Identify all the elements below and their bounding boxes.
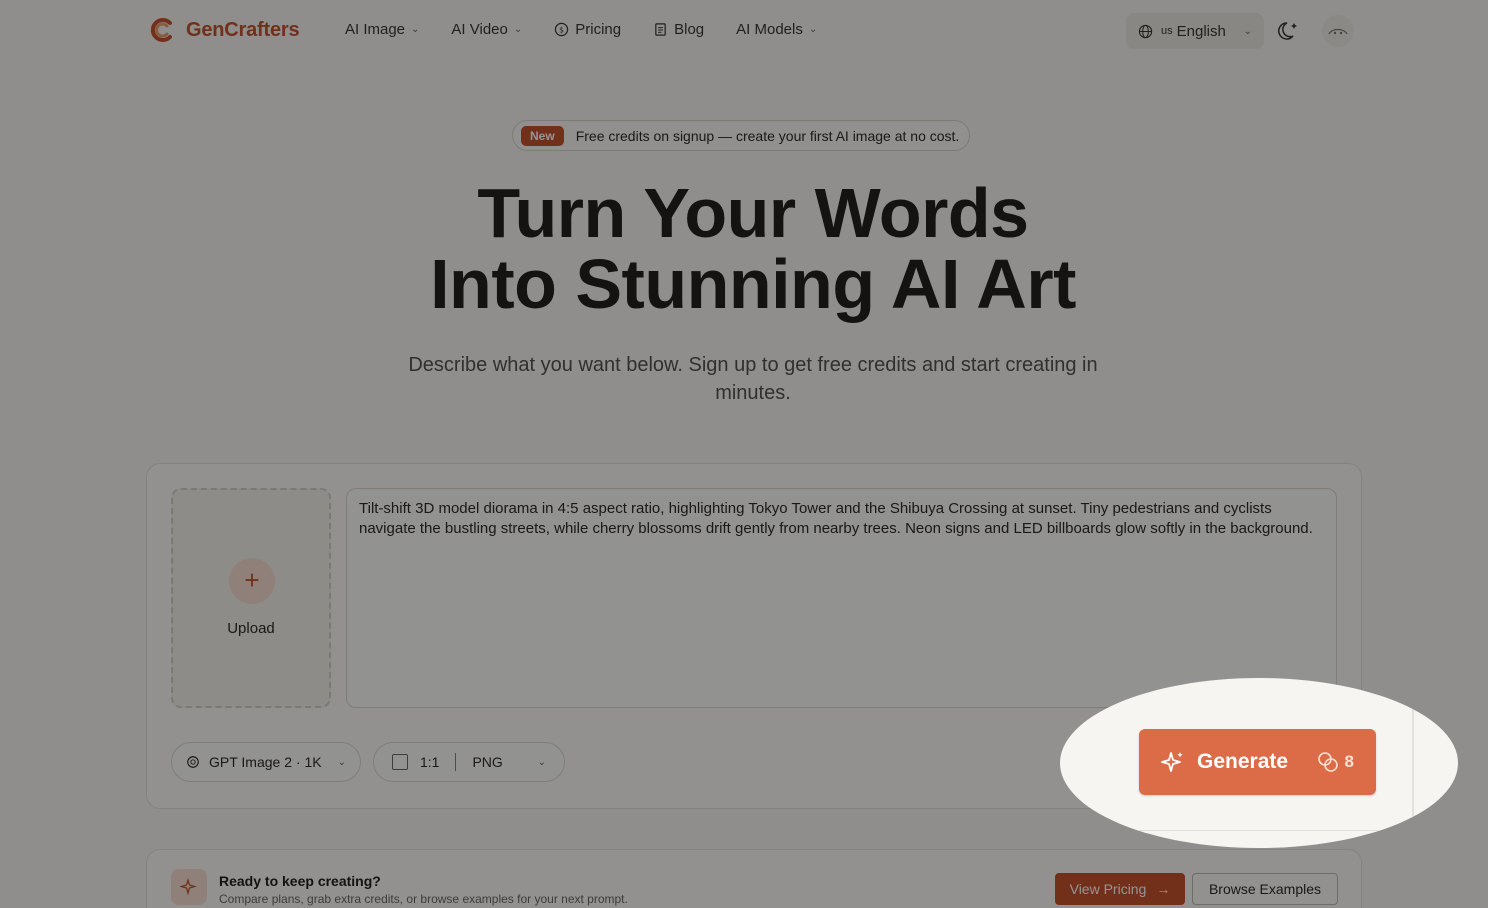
nav-ai-image-label: AI Image <box>345 21 406 38</box>
cta-banner: Ready to keep creating? Compare plans, g… <box>146 849 1362 908</box>
flag-label: us <box>1161 25 1173 37</box>
plus-icon: + <box>229 558 275 604</box>
card-edge <box>1412 678 1414 848</box>
hero-title-line-1: Turn Your Words <box>477 174 1029 252</box>
hero-subtitle: Describe what you want below. Sign up to… <box>408 354 1098 404</box>
upload-dropzone[interactable]: + Upload <box>171 488 331 708</box>
model-select[interactable]: GPT Image 2 · 1K ⌄ <box>171 742 361 782</box>
nav-blog-label: Blog <box>674 21 705 38</box>
nav-links: AI Image ⌄ AI Video ⌄ $ Pricing Blog AI … <box>345 21 849 38</box>
view-pricing-button[interactable]: View Pricing → <box>1055 873 1185 905</box>
generate-button[interactable]: Generate 8 <box>1139 729 1376 795</box>
arrow-right-icon: → <box>1156 881 1171 897</box>
globe-icon <box>1138 24 1153 38</box>
moon-icon <box>1278 22 1297 40</box>
nav-ai-models-label: AI Models <box>736 21 803 38</box>
openai-icon <box>187 756 199 768</box>
prompt-input[interactable] <box>346 488 1337 708</box>
format-label: PNG <box>472 754 503 770</box>
new-tag: New <box>521 125 564 146</box>
chevron-down-icon: ⌄ <box>1243 25 1252 37</box>
avatar[interactable] <box>1322 15 1354 47</box>
cta-subtitle: Compare plans, grab extra credits, or br… <box>219 892 628 906</box>
aspect-ratio-icon <box>392 754 408 770</box>
generate-label: Generate <box>1197 750 1289 773</box>
sparkle-icon <box>1161 752 1183 772</box>
announcement-text: Free credits on signup — create your fir… <box>575 127 960 144</box>
sparkle-icon <box>171 869 207 905</box>
language-label: English <box>1176 22 1226 40</box>
model-label: GPT Image 2 · 1K <box>209 754 322 770</box>
nav-pricing[interactable]: $ Pricing <box>554 21 621 38</box>
nav-blog[interactable]: Blog <box>653 21 704 38</box>
ratio-label: 1:1 <box>420 754 440 770</box>
browse-examples-button[interactable]: Browse Examples <box>1192 873 1338 905</box>
svg-text:$: $ <box>559 25 564 34</box>
coins-icon <box>1317 752 1338 772</box>
credit-cost: 8 <box>1317 751 1354 773</box>
chevron-down-icon: ⌄ <box>411 24 420 35</box>
brand-logo[interactable]: GenCrafters <box>148 16 300 44</box>
chevron-down-icon: ⌄ <box>808 24 818 35</box>
upload-label: Upload <box>227 620 275 637</box>
chevron-down-icon: ⌄ <box>537 756 546 768</box>
document-icon <box>655 23 666 36</box>
coin-icon: $ <box>555 22 569 37</box>
chevron-down-icon: ⌄ <box>337 756 346 768</box>
language-selector[interactable]: us English ⌄ <box>1126 13 1264 49</box>
divider <box>455 753 457 771</box>
hero-title: Turn Your Words Into Stunning AI Art <box>0 178 1488 320</box>
hero-title-line-2: Into Stunning AI Art <box>430 245 1076 323</box>
nav-ai-video[interactable]: AI Video ⌄ <box>451 21 522 38</box>
cta-title: Ready to keep creating? <box>219 873 381 889</box>
page: GenCrafters AI Image ⌄ AI Video ⌄ $ Pric… <box>0 0 1488 908</box>
user-avatar-icon <box>1328 28 1348 35</box>
view-pricing-label: View Pricing <box>1069 881 1147 897</box>
brand-name: GenCrafters <box>186 18 300 41</box>
nav-ai-models[interactable]: AI Models ⌄ <box>736 21 817 38</box>
nav-ai-image[interactable]: AI Image ⌄ <box>345 21 419 38</box>
logo-mark-icon <box>150 18 172 42</box>
nav-pricing-label: Pricing <box>575 21 622 38</box>
top-nav: GenCrafters AI Image ⌄ AI Video ⌄ $ Pric… <box>0 0 1488 62</box>
card-edge-bottom <box>1060 830 1414 831</box>
announcement-badge: New Free credits on signup — create your… <box>512 120 971 151</box>
credit-cost-value: 8 <box>1344 752 1354 771</box>
chevron-down-icon: ⌄ <box>513 24 523 35</box>
theme-toggle[interactable] <box>1276 18 1302 44</box>
ratio-format-select[interactable]: 1:1 PNG ⌄ <box>373 742 565 782</box>
nav-ai-video-label: AI Video <box>451 21 508 38</box>
